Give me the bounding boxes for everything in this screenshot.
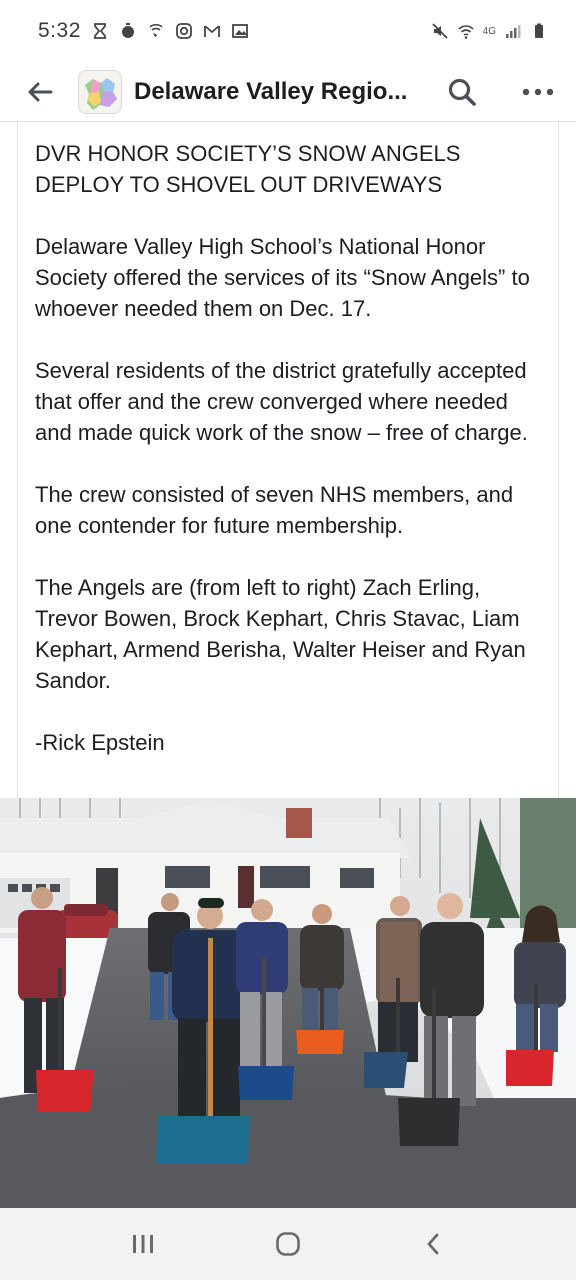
navigation-bar [0,1208,576,1280]
search-button[interactable] [442,72,482,112]
back-button[interactable] [20,72,60,112]
signal-icon [504,22,522,40]
back-arrow-icon [27,81,53,103]
battery-icon [530,22,548,40]
post-photo[interactable] [0,798,576,1208]
status-left: 5:32 [38,19,249,43]
gmail-icon [203,22,221,40]
wifi-icon [457,22,475,40]
search-icon [447,77,477,107]
more-options-button[interactable] [518,72,558,112]
network-label: 4G [482,25,496,37]
recent-apps-button[interactable] [113,1214,173,1274]
post-paragraph: Delaware Valley High School’s National H… [35,234,530,321]
post-paragraph: Several residents of the district gratef… [35,358,528,445]
post-headline: DVR HONOR SOCIETY’S SNOW ANGELS DEPLOY T… [35,141,461,197]
instagram-icon [175,22,193,40]
post-paragraph: The crew consisted of seven NHS members,… [35,482,514,538]
home-icon [275,1231,301,1257]
snow-angels-photo [0,798,576,1208]
post-paragraph: The Angels are (from left to right) Zach… [35,575,526,693]
status-time: 5:32 [38,19,81,42]
page-avatar[interactable] [78,69,122,114]
district-map-logo [79,70,121,113]
post-body: DVR HONOR SOCIETY’S SNOW ANGELS DEPLOY T… [35,138,545,789]
gallery-icon [231,22,249,40]
mute-icon [431,22,449,40]
more-options-icon [522,88,554,96]
back-nav-button[interactable] [403,1214,463,1274]
post-card: DVR HONOR SOCIETY’S SNOW ANGELS DEPLOY T… [17,122,559,798]
stopwatch-icon [119,22,137,40]
page-title[interactable]: Delaware Valley Regio... [134,78,420,106]
home-button[interactable] [258,1214,318,1274]
wifi-call-icon [147,22,165,40]
app-header: Delaware Valley Regio... [0,62,576,122]
hourglass-icon [91,22,109,40]
status-bar: 5:32 4G [0,0,576,62]
network-4g-icon: 4G [483,22,496,40]
recent-apps-icon [131,1233,155,1255]
status-right: 4G [431,22,548,40]
back-icon [425,1232,441,1256]
post-signature: -Rick Epstein [35,730,165,755]
